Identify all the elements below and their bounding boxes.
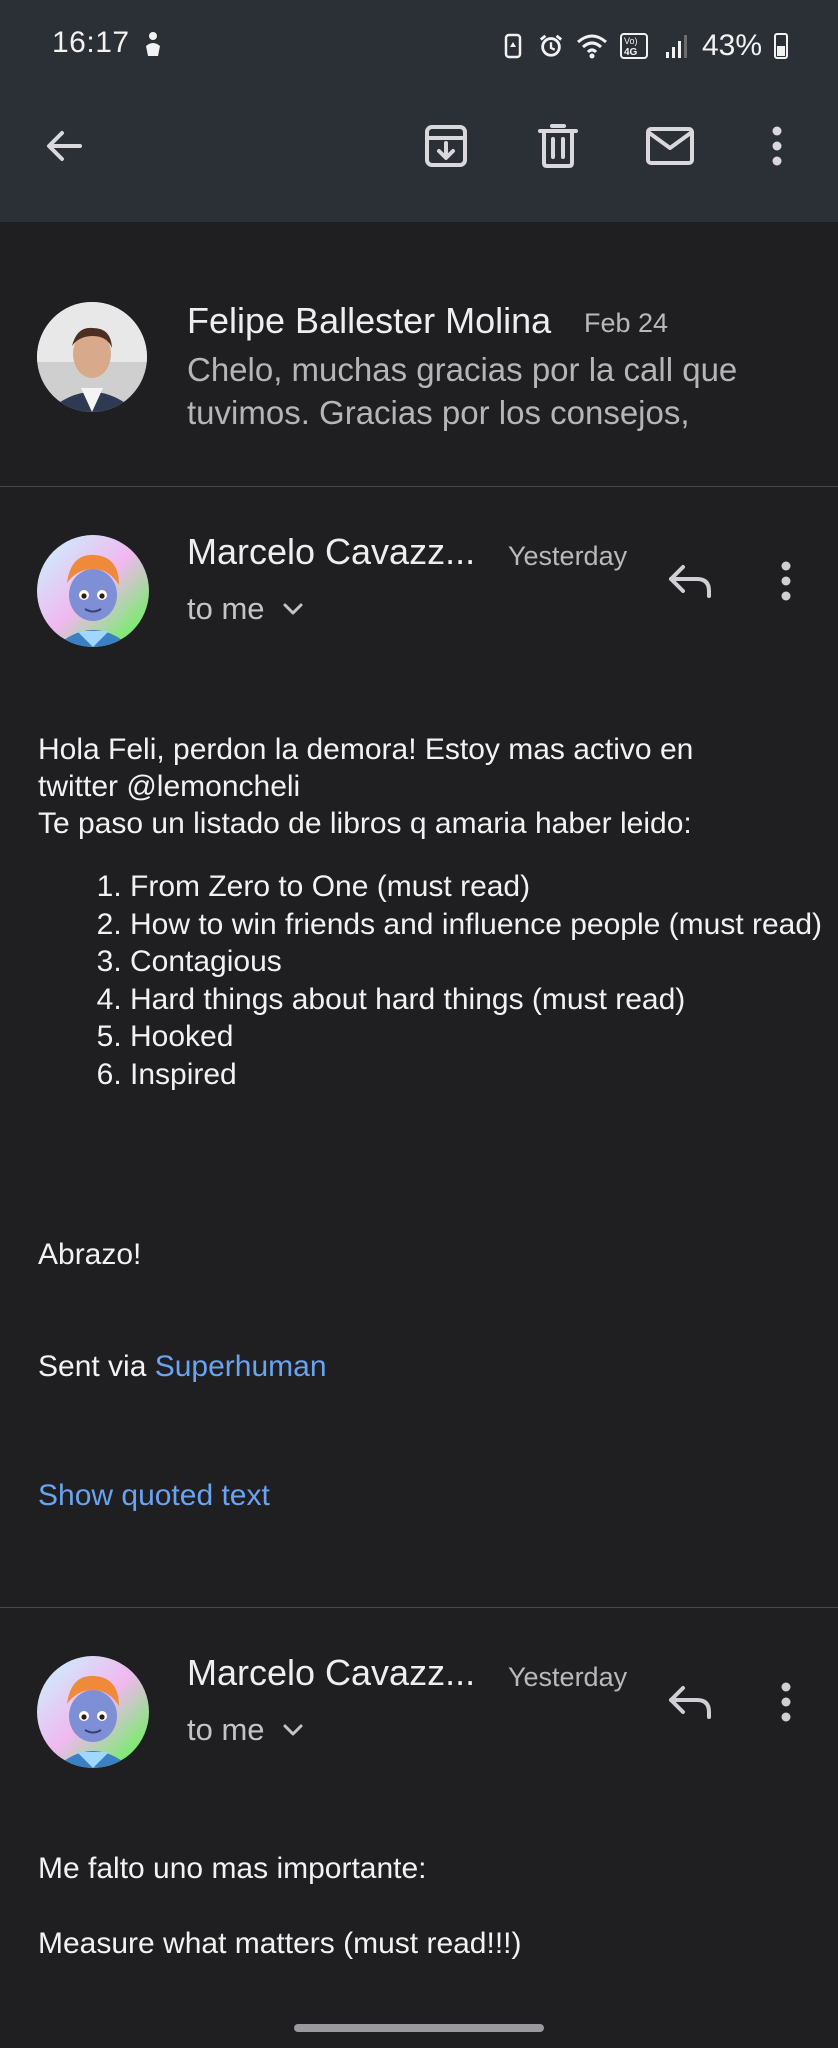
delete-button[interactable] [530,118,586,174]
sender-name: Marcelo Cavazz... [187,1652,476,1693]
message-snippet: Chelo, muchas gracias por la call que tu… [187,351,738,431]
body-line: Me falto uno mas importante: [38,1852,427,1885]
body-line: Hola Feli, perdon la demora! Estoy mas a… [38,733,694,766]
mail-icon [646,127,694,165]
sender-name: Marcelo Cavazz... [187,531,476,572]
show-quoted-text-link[interactable]: Show quoted text [38,1477,270,1514]
svg-text:Vo): Vo) [624,36,638,46]
battery-saver-icon [504,33,522,59]
battery-icon [774,33,788,59]
list-item: Hooked [130,1018,838,1056]
list-item: Hard things about hard things (must read… [130,981,838,1019]
book-list: From Zero to One (must read) How to win … [88,868,838,1093]
wifi-icon [576,34,607,59]
closing-text: Abrazo! [38,1238,142,1271]
svg-text:4G: 4G [624,47,638,58]
body-line: twitter @lemoncheli [38,770,301,803]
message-date: Yesterday [508,1662,628,1692]
more-vert-icon [781,561,791,601]
recipient-label: to me [187,1712,265,1747]
message-more-button[interactable] [758,553,814,609]
recipient-details-toggle[interactable]: to me [187,591,303,627]
alarm-icon [539,34,563,57]
reply-icon [669,1686,711,1719]
body-line: Te paso un listado de libros q amaria ha… [38,807,692,840]
accessibility-icon [146,32,160,56]
mark-unread-button[interactable] [642,118,698,174]
collapsed-message[interactable]: Felipe Ballester Molina Feb 24 Chelo, mu… [0,222,838,487]
sender-name: Felipe Ballester Molina [187,300,552,341]
list-item: Contagious [130,943,838,981]
back-button[interactable] [36,118,92,174]
cartoon-avatar-icon [37,535,149,647]
sent-via-text: Sent via [38,1350,155,1383]
status-bar: 16:17 Vo) 4G 43% [0,0,838,90]
avatar-marcelo [37,1656,149,1768]
more-vert-icon [781,1682,791,1722]
chevron-down-icon [283,603,303,615]
expanded-message-2: Marcelo Cavazz... Yesterday to me Me fal… [0,1608,838,2028]
message-date: Yesterday [508,541,628,571]
status-icons: Vo) 4G 43% [500,26,788,66]
more-options-button[interactable] [749,118,805,174]
home-indicator[interactable] [294,2024,544,2032]
superhuman-link[interactable]: Superhuman [155,1350,327,1383]
list-item: Inspired [130,1056,838,1094]
reply-icon [669,565,711,598]
avatar-felipe [37,302,147,412]
person-photo-icon [37,302,147,412]
signature: Sent via Superhuman [38,1348,327,1385]
list-item: How to win friends and influence people … [130,906,838,944]
message-date: Feb 24 [584,308,669,338]
body-line: Measure what matters (must read!!!) [38,1927,522,1960]
cartoon-avatar-icon [37,1656,149,1768]
top-app-bar: 16:17 Vo) 4G 43% [0,0,838,222]
recipient-label: to me [187,591,265,626]
archive-button[interactable] [418,118,474,174]
message-more-button[interactable] [758,1674,814,1730]
reply-button[interactable] [662,1674,718,1730]
reply-button[interactable] [662,553,718,609]
message-body-intro: Hola Feli, perdon la demora! Estoy mas a… [38,731,818,842]
status-time: 16:17 [52,26,130,59]
arrow-left-icon [47,131,82,161]
avatar-marcelo [37,535,149,647]
signal-icon [665,35,687,58]
expanded-message-1: Marcelo Cavazz... Yesterday to me Hola F… [0,487,838,1607]
battery-percent: 43% [701,29,762,62]
archive-icon [425,125,467,167]
chevron-down-icon [283,1724,303,1736]
trash-icon [538,124,578,168]
more-vert-icon [772,126,782,166]
list-item: From Zero to One (must read) [130,868,838,906]
recipient-details-toggle[interactable]: to me [187,1712,303,1748]
volte-4g-icon: Vo) 4G [619,33,648,59]
